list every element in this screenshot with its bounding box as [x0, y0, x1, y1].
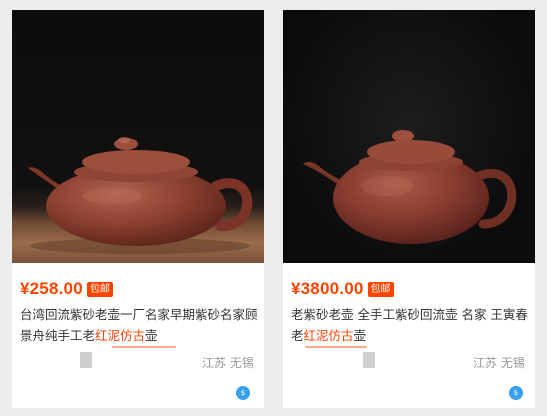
product-card[interactable]: ¥258.00 包邮 台湾回流紫砂老壶一厂名家早期紫砂名家顾景舟纯手工老红泥仿古…	[12, 10, 264, 408]
product-title-link[interactable]: 老紫砂老壶 全手工紫砂回流壶 名家 王寅春老红泥仿古壶	[291, 304, 529, 346]
title-text-end: 壶	[145, 328, 158, 343]
product-grid: ¥258.00 包邮 台湾回流紫砂老壶一厂名家早期紫砂名家顾景舟纯手工老红泥仿古…	[0, 0, 547, 416]
title-highlight: 红泥仿古	[303, 328, 354, 343]
price: ¥258.00	[20, 279, 83, 298]
product-image[interactable]	[12, 10, 264, 263]
chat-icon[interactable]: $	[236, 386, 250, 400]
highlight-underline	[112, 346, 176, 348]
price-row: ¥3800.00 包邮	[291, 278, 394, 300]
highlight-underline	[305, 346, 367, 348]
location: 江苏 无锡	[202, 356, 254, 370]
price: ¥3800.00	[291, 279, 364, 298]
product-title-link[interactable]: 台湾回流紫砂老壶一厂名家早期紫砂名家顾景舟纯手工老红泥仿古壶	[20, 304, 258, 346]
free-shipping-badge: 包邮	[86, 281, 113, 297]
chat-icon[interactable]: $	[509, 386, 523, 400]
shop-icon[interactable]	[363, 352, 375, 368]
teapot-image	[28, 137, 253, 254]
price-row: ¥258.00 包邮	[20, 278, 113, 300]
title-highlight: 红泥仿古	[95, 328, 146, 343]
teapot-image	[303, 130, 517, 244]
title-text-end: 壶	[353, 328, 367, 343]
product-image[interactable]	[283, 10, 535, 263]
location: 江苏 无锡	[473, 356, 525, 370]
shop-icon[interactable]	[80, 352, 92, 368]
product-card[interactable]: ¥3800.00 包邮 老紫砂老壶 全手工紫砂回流壶 名家 王寅春老红泥仿古壶 …	[283, 10, 535, 408]
free-shipping-badge: 包邮	[367, 281, 394, 297]
